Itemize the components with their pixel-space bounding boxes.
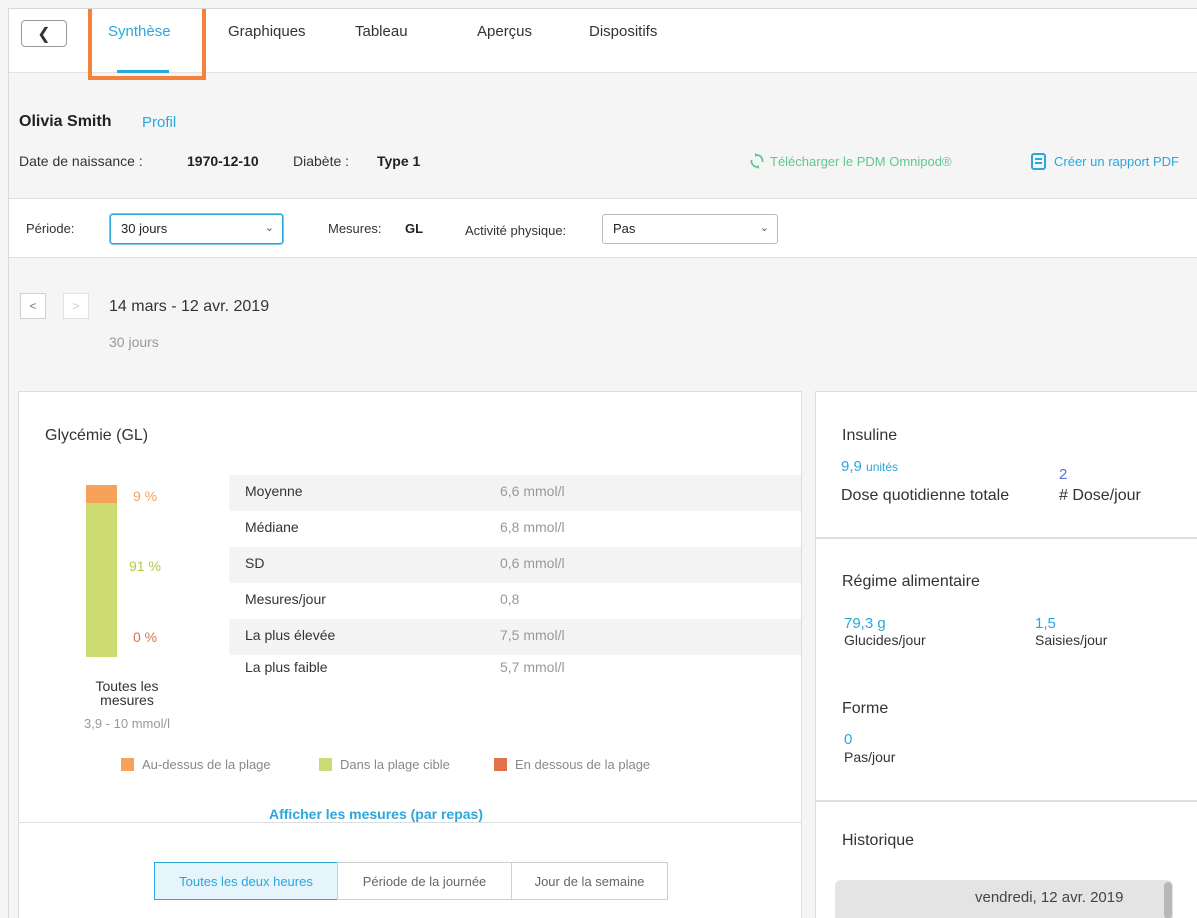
tab-highlight-annotation — [88, 9, 206, 80]
legend-swatch — [494, 758, 507, 771]
create-report-link[interactable]: Créer un rapport PDF — [1031, 153, 1179, 170]
activity-select[interactable]: Pas ⌄ — [602, 214, 778, 244]
bar-caption: Toutes les mesures — [95, 678, 159, 708]
chevron-left-icon: < — [29, 299, 37, 313]
in-range-percent: 91 % — [129, 558, 161, 574]
card-divider — [19, 822, 801, 823]
stat-value: 7,5 mmol/l — [500, 627, 565, 643]
patient-name: Olivia Smith — [19, 113, 112, 130]
history-date: vendredi, 12 avr. 2019 — [975, 889, 1124, 906]
below-range-percent: 0 % — [133, 629, 158, 645]
in-range-bar — [86, 503, 117, 657]
segment-time-of-day[interactable]: Période de la journée — [337, 862, 512, 900]
tab-apercus[interactable]: Aperçus — [477, 23, 532, 40]
activity-label: Activité physique: — [465, 223, 567, 238]
chevron-right-icon: > — [72, 299, 80, 313]
back-button[interactable]: ❮ — [21, 20, 67, 47]
period-value: 30 jours — [121, 221, 168, 236]
stat-value: 0,8 — [500, 591, 520, 607]
legend-swatch — [319, 758, 332, 771]
show-measures-link[interactable]: Afficher les mesures (par repas) — [269, 806, 483, 822]
stat-label: Moyenne — [245, 483, 303, 499]
stat-row: Moyenne 6,6 mmol/l — [229, 475, 801, 511]
stat-label: La plus élevée — [245, 627, 336, 643]
dob-label: Date de naissance : — [19, 153, 143, 169]
diet-title: Régime alimentaire — [842, 573, 980, 590]
insulin-total-value: 9,9 unités — [841, 458, 898, 475]
document-icon — [1031, 153, 1046, 170]
stat-row: Médiane 6,8 mmol/l — [229, 511, 801, 547]
legend-swatch — [121, 758, 134, 771]
history-scrollbar[interactable] — [1164, 882, 1172, 918]
stat-value: 6,6 mmol/l — [500, 483, 565, 499]
filter-bar: Période: 30 jours ⌄ Mesures: GL Activité… — [9, 198, 1197, 258]
measures-value: GL — [405, 221, 424, 236]
create-report-label: Créer un rapport PDF — [1054, 154, 1179, 169]
stat-value: 0,6 mmol/l — [500, 555, 565, 571]
insulin-doses-label: # Dose/jour — [1059, 487, 1141, 504]
legend-below: En dessous de la plage — [494, 757, 650, 772]
app-frame: ❮ Synthèse Graphiques Tableau Aperçus Di… — [8, 8, 1197, 918]
segment-every-two-hours[interactable]: Toutes les deux heures — [154, 862, 338, 900]
target-range: 3,9 - 10 mmol/l — [84, 716, 170, 731]
carbs-label: Glucides/jour — [844, 632, 926, 648]
legend-label: Au-dessus de la plage — [142, 757, 271, 772]
period-select[interactable]: 30 jours ⌄ — [110, 214, 283, 244]
tab-tableau[interactable]: Tableau — [355, 23, 408, 40]
chevron-down-icon: ⌄ — [264, 222, 274, 234]
carbs-value: 79,3 g — [844, 615, 886, 632]
steps-label: Pas/jour — [844, 749, 896, 765]
history-title: Historique — [842, 832, 915, 849]
insulin-doses-value: 2 — [1059, 466, 1068, 483]
stat-label: La plus faible — [245, 659, 328, 675]
above-range-percent: 9 % — [133, 488, 158, 504]
measures-label: Mesures: — [328, 221, 382, 236]
download-pdm-label: Télécharger le PDM Omnipod® — [770, 153, 952, 169]
entries-label: Saisies/jour — [1035, 632, 1108, 648]
stat-label: SD — [245, 555, 265, 571]
period-label: Période: — [26, 221, 75, 236]
stat-row: SD 0,6 mmol/l — [229, 547, 801, 583]
legend-label: Dans la plage cible — [340, 757, 450, 772]
stat-row: La plus faible 5,7 mmol/l — [229, 651, 801, 687]
entries-value: 1,5 — [1035, 615, 1056, 632]
activity-value: Pas — [613, 221, 636, 236]
glycemia-title: Glycémie (GL) — [45, 427, 149, 444]
download-pdm-link[interactable]: Télécharger le PDM Omnipod® — [750, 153, 952, 169]
chevron-left-icon: ❮ — [37, 25, 51, 43]
fitness-title: Forme — [842, 700, 889, 717]
stat-label: Médiane — [245, 519, 299, 535]
tab-dispositifs[interactable]: Dispositifs — [589, 23, 657, 40]
date-range-days: 30 jours — [109, 334, 159, 350]
insulin-total-number: 9,9 — [841, 458, 862, 475]
diabetes-value: Type 1 — [377, 153, 421, 169]
diabetes-label: Diabète : — [293, 153, 350, 169]
next-period-button[interactable]: > — [63, 293, 89, 319]
insulin-total-label: Dose quotidienne totale — [841, 487, 1010, 504]
above-range-bar — [86, 485, 117, 503]
sync-icon — [750, 153, 764, 169]
stat-value: 5,7 mmol/l — [500, 659, 565, 675]
dob-value: 1970-12-10 — [187, 153, 259, 169]
legend-label: En dessous de la plage — [515, 757, 651, 772]
stat-value: 6,8 mmol/l — [500, 519, 565, 535]
previous-period-button[interactable]: < — [20, 293, 46, 319]
stat-row: La plus élevée 7,5 mmol/l — [229, 619, 801, 655]
stat-row: Mesures/jour 0,8 — [229, 583, 801, 619]
stat-label: Mesures/jour — [245, 591, 326, 607]
insulin-units: unités — [866, 460, 899, 474]
insulin-title: Insuline — [842, 427, 898, 444]
chevron-down-icon: ⌄ — [759, 222, 769, 234]
segment-day-of-week[interactable]: Jour de la semaine — [511, 862, 668, 900]
legend-above: Au-dessus de la plage — [121, 757, 271, 772]
profile-link[interactable]: Profil — [142, 114, 176, 131]
date-range: 14 mars - 12 avr. 2019 — [109, 298, 270, 315]
legend-in: Dans la plage cible — [319, 757, 450, 772]
steps-value: 0 — [844, 731, 853, 748]
tab-graphiques[interactable]: Graphiques — [228, 23, 306, 40]
